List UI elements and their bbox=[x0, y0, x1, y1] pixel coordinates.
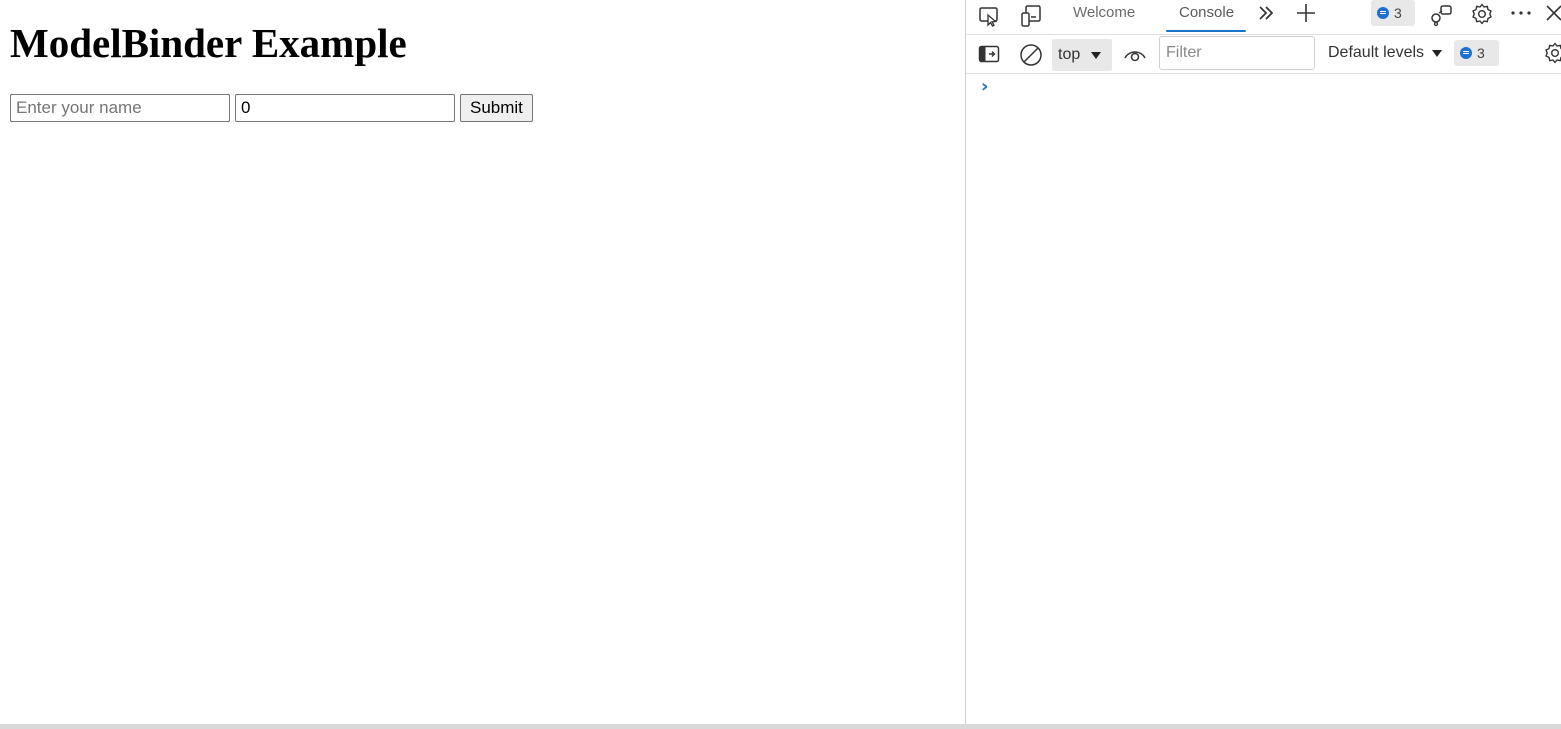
page-title: ModelBinder Example bbox=[10, 20, 407, 66]
tab-console[interactable]: Console bbox=[1179, 4, 1234, 30]
toggle-sidebar-icon[interactable] bbox=[978, 44, 1000, 64]
chevron-down-icon bbox=[1432, 49, 1443, 57]
modelbinder-form: Submit bbox=[10, 93, 533, 122]
inspect-element-icon[interactable] bbox=[978, 5, 1000, 27]
log-levels-label: Default levels bbox=[1328, 44, 1425, 61]
chevron-down-icon bbox=[1091, 51, 1102, 59]
log-levels-dropdown[interactable]: Default levels bbox=[1328, 44, 1443, 62]
submit-button[interactable]: Submit bbox=[460, 93, 533, 122]
close-icon[interactable] bbox=[1544, 3, 1561, 23]
devtools-panel: Welcome Console 3 top Filter Default lev… bbox=[965, 0, 1561, 724]
issues-badge[interactable]: 3 bbox=[1371, 0, 1415, 26]
dock-icon[interactable] bbox=[1429, 3, 1453, 27]
console-filter-input[interactable] bbox=[1159, 36, 1315, 70]
active-tab-indicator bbox=[1166, 30, 1246, 32]
clear-console-icon[interactable] bbox=[1019, 43, 1043, 67]
console-issues-badge[interactable]: 3 bbox=[1454, 40, 1499, 66]
more-tabs-icon[interactable] bbox=[1257, 4, 1275, 22]
console-issues-count: 3 bbox=[1477, 45, 1485, 61]
name-input[interactable] bbox=[10, 93, 230, 122]
window-bottom-border bbox=[0, 724, 1561, 729]
issues-count: 3 bbox=[1394, 5, 1402, 21]
tab-welcome[interactable]: Welcome bbox=[1073, 4, 1135, 30]
context-value: top bbox=[1058, 46, 1081, 63]
more-options-icon[interactable] bbox=[1509, 3, 1533, 23]
issues-icon bbox=[1460, 47, 1472, 59]
devtools-tabbar: Welcome Console 3 bbox=[966, 0, 1561, 33]
device-emulation-icon[interactable] bbox=[1020, 4, 1042, 28]
console-prompt[interactable]: › bbox=[981, 76, 988, 97]
settings-icon[interactable] bbox=[1470, 2, 1494, 26]
add-tab-icon[interactable] bbox=[1295, 2, 1317, 24]
console-settings-icon[interactable] bbox=[1543, 41, 1561, 65]
number-input[interactable] bbox=[235, 93, 455, 122]
issues-icon bbox=[1377, 7, 1389, 19]
webpage: ModelBinder Example Submit bbox=[0, 0, 965, 724]
context-selector[interactable]: top bbox=[1052, 39, 1112, 71]
live-expression-eye-icon[interactable] bbox=[1123, 44, 1147, 66]
